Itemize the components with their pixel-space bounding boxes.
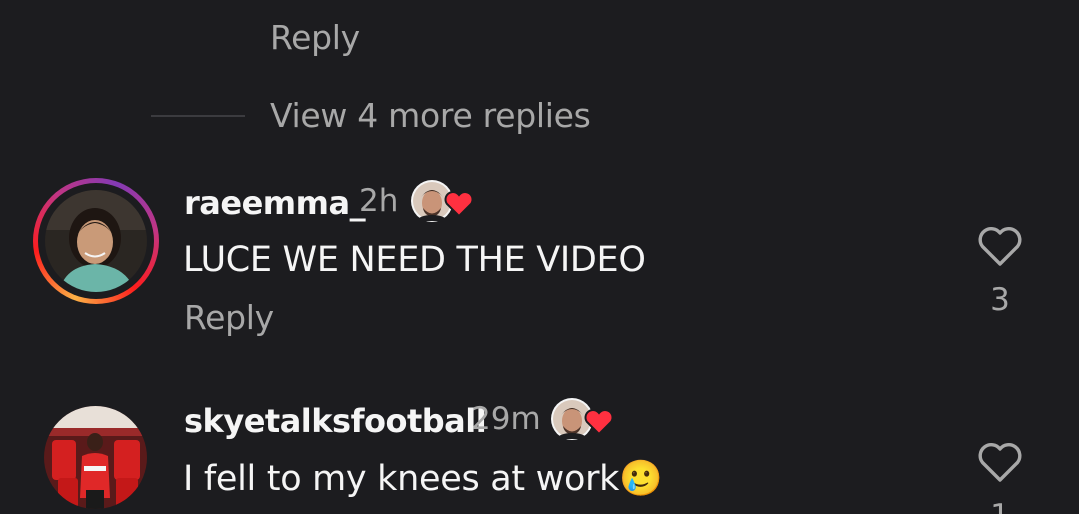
creator-liked-heart-icon — [410, 177, 474, 225]
comment-text: I fell to my knees at work🥲 — [183, 458, 663, 499]
comment-text: LUCE WE NEED THE VIDEO — [183, 240, 646, 280]
crying-smile-emoji: 🥲 — [619, 459, 663, 499]
comment-username[interactable]: raeemma_ — [184, 184, 366, 222]
view-more-replies-button[interactable]: View 4 more replies — [270, 96, 591, 135]
creator-liked-heart-icon — [550, 395, 614, 443]
like-count: 1 — [976, 498, 1024, 514]
comment-text-content: I fell to my knees at work — [183, 459, 620, 499]
reply-button[interactable]: Reply — [184, 298, 274, 337]
avatar[interactable] — [44, 406, 147, 509]
comment-timestamp: 29m — [471, 401, 541, 437]
comment-item: raeemma_ 2h LUCE WE NEED THE VIDEO Reply… — [0, 170, 1079, 340]
heart-outline-icon[interactable] — [976, 224, 1024, 268]
previous-comment-text-cropped — [270, 0, 281, 14]
reply-button[interactable]: Reply — [270, 18, 360, 57]
avatar-photo-icon — [45, 190, 147, 292]
comment-timestamp: 2h — [359, 183, 399, 219]
view-replies-divider — [151, 115, 245, 117]
like-count: 3 — [990, 282, 1010, 318]
comment-item: skyetalksfootball 29m I fell to my knees… — [0, 390, 1079, 514]
heart-outline-icon[interactable] — [976, 440, 1024, 484]
comment-username[interactable]: skyetalksfootball — [184, 402, 487, 440]
avatar-photo-icon — [44, 406, 147, 509]
avatar[interactable] — [33, 178, 159, 304]
